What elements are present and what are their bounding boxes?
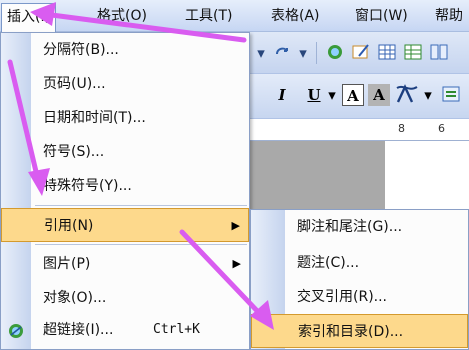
menu-item-page-numbers[interactable]: 页码(U)...	[1, 67, 249, 101]
char-border-button[interactable]: A	[342, 84, 364, 106]
menu-separator	[35, 205, 247, 206]
ruler-tick: 6	[438, 122, 445, 135]
menu-item-symbol[interactable]: 符号(S)...	[1, 135, 249, 169]
dropdown-arrow-icon[interactable]: ▾	[296, 42, 310, 64]
menu-item-object[interactable]: 对象(O)...	[1, 281, 249, 315]
menu-item-label: 特殊符号(Y)...	[43, 178, 132, 194]
menu-item-label: 引用(N)	[44, 218, 94, 234]
redo-icon[interactable]	[272, 42, 292, 64]
dropdown-arrow-icon[interactable]: ▾	[254, 42, 268, 64]
menu-item-label: 图片(P)	[43, 256, 91, 272]
insert-table-icon[interactable]	[376, 42, 398, 64]
standard-toolbar: ▾ ▾	[250, 32, 469, 74]
insert-menu: 分隔符(B)... 页码(U)... 日期和时间(T)... 符号(S)... …	[0, 32, 250, 350]
chinese-layout-icon[interactable]	[440, 84, 464, 106]
menu-item-break[interactable]: 分隔符(B)...	[1, 33, 249, 67]
hyperlink-globe-icon	[7, 322, 25, 340]
menu-bar: 插入(I) 格式(O) 工具(T) 表格(A) 窗口(W) 帮助	[0, 0, 469, 32]
submenu-item-caption[interactable]: 题注(C)...	[251, 246, 468, 280]
text-effect-icon[interactable]	[394, 84, 420, 106]
insert-excel-icon[interactable]	[402, 42, 424, 64]
menu-item-shortcut: Ctrl+K	[153, 322, 200, 337]
tables-borders-icon[interactable]	[350, 42, 372, 64]
menu-item-label: 页码(U)...	[43, 76, 106, 92]
reference-submenu: 脚注和尾注(G)... 题注(C)... 交叉引用(R)... 索引和目录(D)…	[250, 209, 469, 350]
menu-item-label: 对象(O)...	[43, 290, 107, 306]
submenu-item-index-toc[interactable]: 索引和目录(D)...	[251, 314, 468, 348]
menu-item-label: 分隔符(B)...	[43, 42, 119, 58]
menu-item-date-time[interactable]: 日期和时间(T)...	[1, 101, 249, 135]
menu-separator	[35, 244, 247, 245]
bold-button-edge	[250, 84, 258, 106]
menu-help[interactable]: 帮助	[430, 3, 468, 30]
char-shading-button[interactable]: A	[368, 84, 390, 106]
submenu-arrow-icon: ▶	[232, 257, 241, 270]
menu-item-label: 索引和目录(D)...	[298, 324, 404, 340]
document-page[interactable]	[385, 141, 469, 209]
menu-item-picture[interactable]: 图片(P) ▶	[1, 247, 249, 281]
menu-item-label: 符号(S)...	[43, 144, 105, 160]
submenu-item-footnote[interactable]: 脚注和尾注(G)...	[251, 210, 468, 244]
menu-item-label: 脚注和尾注(G)...	[297, 219, 403, 235]
menu-item-hyperlink[interactable]: 超链接(I)... Ctrl+K	[1, 313, 249, 347]
formatting-toolbar: I U ▾ A A ▾	[250, 74, 469, 119]
italic-button[interactable]: I	[272, 84, 292, 106]
horizontal-ruler: 8 6	[250, 119, 469, 141]
underline-button[interactable]: U	[304, 84, 324, 106]
ruler-tick: 8	[398, 122, 405, 135]
menu-item-label: 交叉引用(R)...	[297, 289, 388, 305]
menu-item-label: 日期和时间(T)...	[43, 110, 146, 126]
submenu-item-cross-reference[interactable]: 交叉引用(R)...	[251, 280, 468, 314]
submenu-arrow-icon: ▶	[231, 219, 240, 232]
dropdown-arrow-icon[interactable]: ▾	[326, 84, 338, 106]
toolbar-separator	[316, 42, 317, 64]
menu-tools[interactable]: 工具(T)	[180, 3, 237, 30]
menu-insert[interactable]: 插入(I)	[1, 3, 57, 32]
hyperlink-icon[interactable]	[324, 42, 346, 64]
menu-item-label: 题注(C)...	[297, 255, 360, 271]
menu-format[interactable]: 格式(O)	[92, 3, 152, 30]
menu-item-special-symbol[interactable]: 特殊符号(Y)...	[1, 169, 249, 203]
columns-icon[interactable]	[428, 42, 450, 64]
menu-window[interactable]: 窗口(W)	[350, 3, 413, 30]
menu-item-label: 超链接(I)...	[43, 322, 114, 338]
menu-table[interactable]: 表格(A)	[266, 3, 325, 30]
menu-item-reference[interactable]: 引用(N) ▶	[1, 208, 249, 242]
dropdown-arrow-icon[interactable]: ▾	[422, 84, 434, 106]
